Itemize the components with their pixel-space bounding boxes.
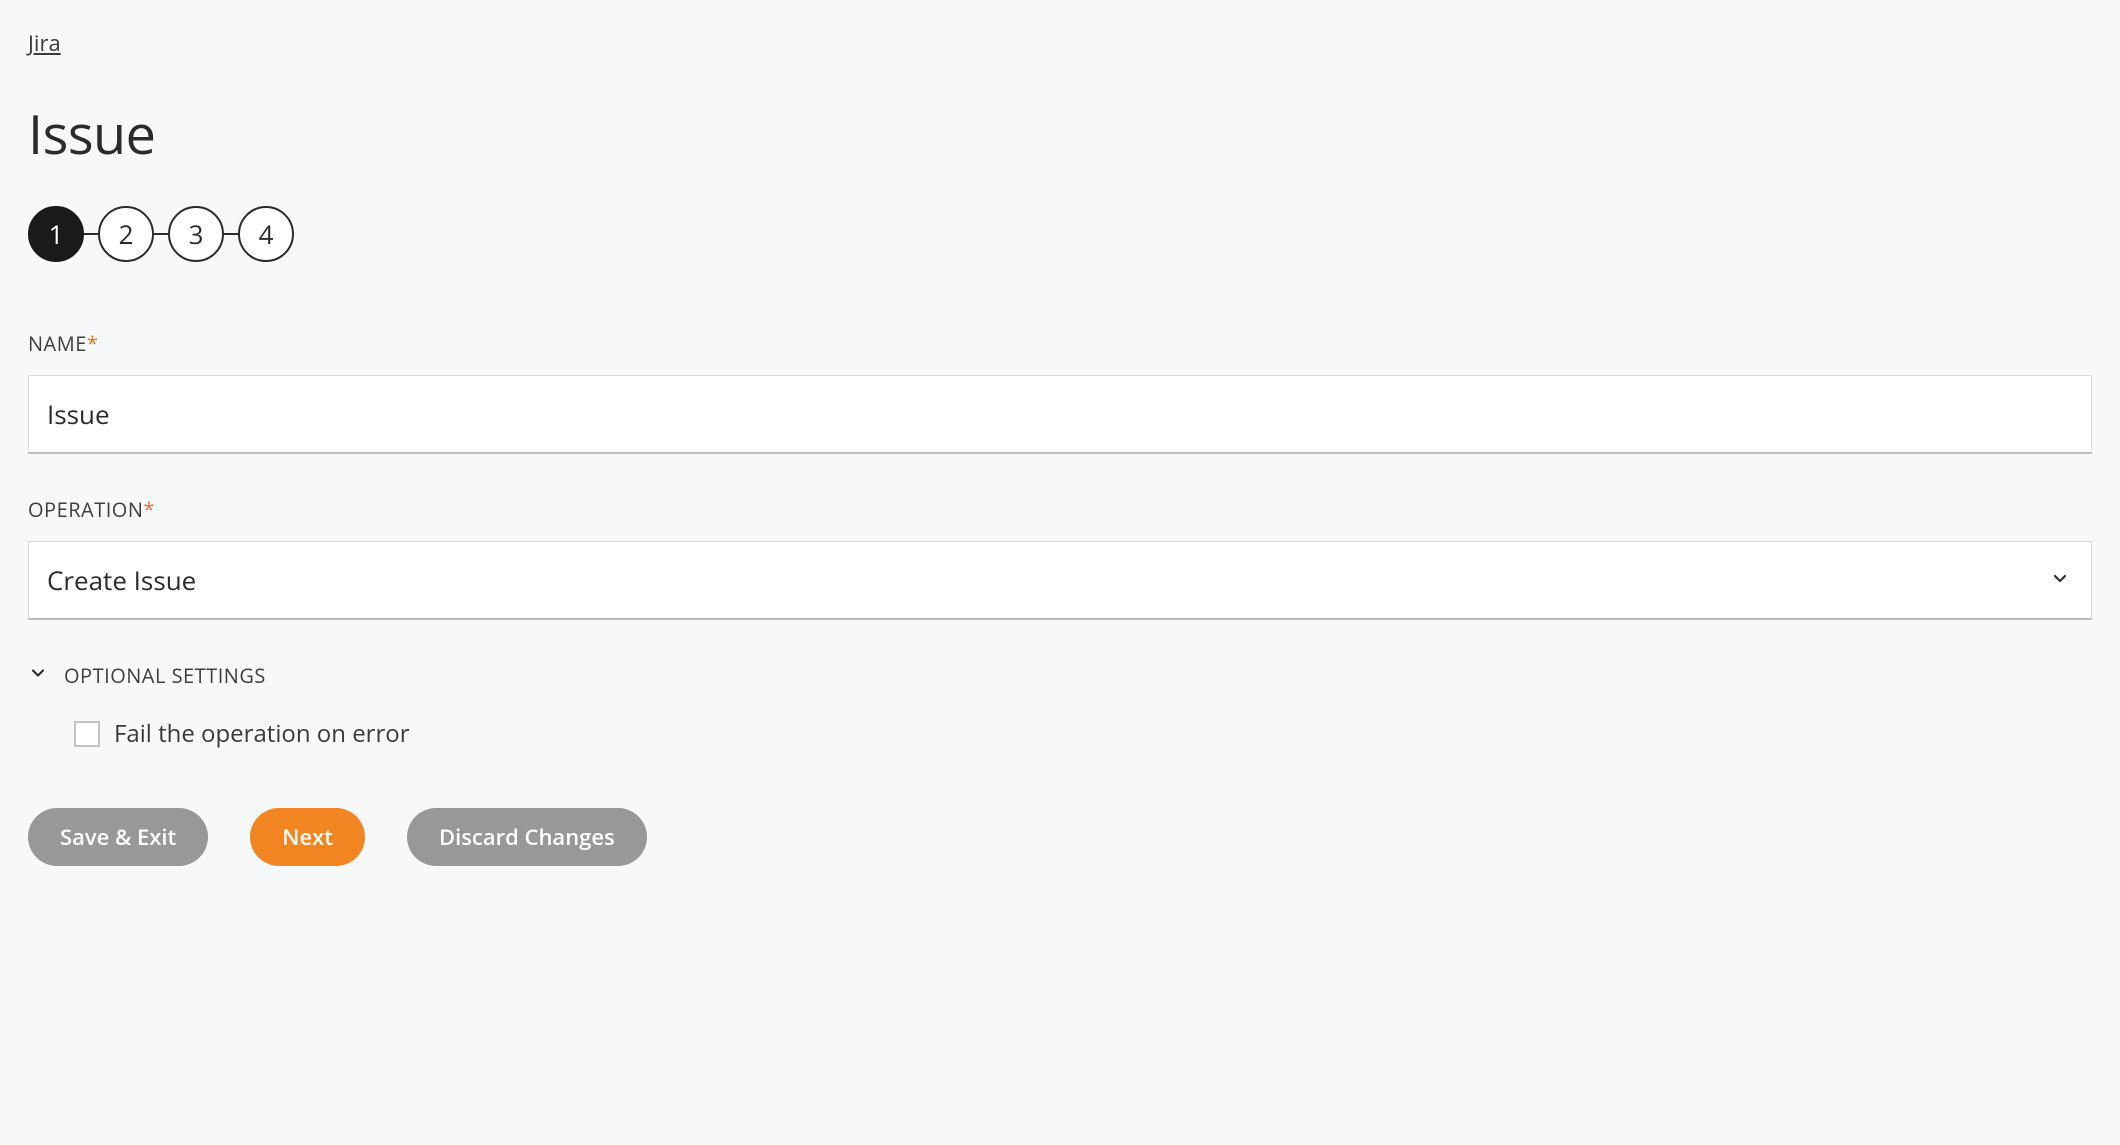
fail-on-error-checkbox[interactable] (74, 721, 100, 747)
operation-label: OPERATION* (28, 496, 2092, 523)
step-3[interactable]: 3 (168, 206, 224, 262)
step-connector (84, 233, 98, 235)
required-asterisk-icon: * (143, 496, 155, 523)
required-asterisk-icon: * (87, 330, 99, 357)
optional-settings-toggle[interactable]: OPTIONAL SETTINGS (28, 662, 2092, 689)
step-4[interactable]: 4 (238, 206, 294, 262)
operation-label-text: OPERATION (28, 496, 143, 523)
name-label: NAME* (28, 330, 2092, 357)
operation-select[interactable]: Create Issue (28, 541, 2092, 620)
form-group-name: NAME* (28, 330, 2092, 454)
form-group-operation: OPERATION* Create Issue (28, 496, 2092, 620)
breadcrumb-jira[interactable]: Jira (28, 28, 61, 58)
chevron-down-icon (28, 663, 48, 688)
step-1[interactable]: 1 (28, 206, 84, 262)
fail-on-error-row: Fail the operation on error (74, 717, 2092, 750)
next-button[interactable]: Next (250, 808, 365, 866)
operation-select-wrapper: Create Issue (28, 541, 2092, 620)
step-2[interactable]: 2 (98, 206, 154, 262)
save-exit-button[interactable]: Save & Exit (28, 808, 208, 866)
fail-on-error-label: Fail the operation on error (114, 717, 410, 750)
name-label-text: NAME (28, 330, 87, 357)
action-buttons: Save & Exit Next Discard Changes (28, 808, 2092, 866)
optional-settings-label: OPTIONAL SETTINGS (64, 662, 266, 689)
page-title: Issue (28, 96, 2092, 170)
step-connector (224, 233, 238, 235)
wizard-stepper: 1 2 3 4 (28, 206, 2092, 262)
discard-changes-button[interactable]: Discard Changes (407, 808, 647, 866)
name-input[interactable] (28, 375, 2092, 454)
step-connector (154, 233, 168, 235)
